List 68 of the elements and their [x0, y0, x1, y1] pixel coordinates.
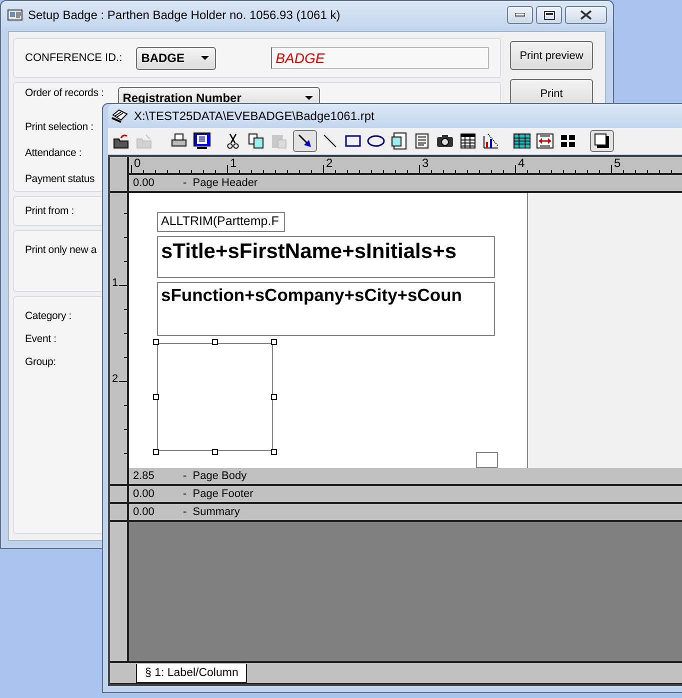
copy-icon: [248, 133, 264, 149]
ruler-number: 2: [112, 373, 118, 385]
report-field[interactable]: sTitle+sFirstName+sInitials+s: [157, 236, 495, 278]
field-label: Payment status: [25, 172, 95, 187]
ruler-number: 1: [112, 277, 118, 289]
maximize-icon: [544, 10, 554, 20]
ellipse-icon: [366, 135, 384, 147]
text-lines-icon: [414, 133, 428, 149]
print-preview-button[interactable]: Print preview: [510, 41, 593, 70]
field-label: Order of records :: [25, 87, 104, 99]
ruler-number: 3: [422, 156, 429, 170]
monitor-icon: [192, 132, 210, 150]
section-tab[interactable]: § 1: Label/Column: [136, 664, 248, 683]
field-label: CONFERENCE ID.:: [25, 52, 122, 64]
ruler-number: 0: [134, 156, 141, 170]
line-icon: [322, 134, 336, 148]
maximize-button[interactable]: [536, 6, 562, 24]
band-icon: [536, 133, 554, 149]
document-icon: [390, 132, 406, 150]
ruler-number: 1: [230, 156, 237, 170]
caret-icon: [304, 96, 313, 100]
layout-icon: [560, 134, 576, 148]
square-shape[interactable]: [476, 452, 498, 468]
table-icon: [460, 133, 476, 149]
arrow-icon: [297, 133, 313, 149]
close-icon: [580, 10, 592, 20]
ruler-number: 4: [518, 156, 525, 170]
ruler-number: 5: [614, 156, 621, 170]
band-name: - Page Header: [183, 177, 258, 189]
field-label: Group:: [25, 355, 56, 370]
folder-icon: [136, 133, 152, 149]
rectangle-shape[interactable]: [153, 339, 277, 455]
field-label: Print selection :: [25, 120, 94, 135]
badge-preview-field: BADGE: [270, 47, 489, 69]
window-title: Setup Badge : Parthen Badge Holder no. 1056.93 (1061 k): [28, 8, 340, 22]
band-height: 0.00: [132, 506, 156, 518]
folder-icon: [112, 133, 128, 149]
shadow-button[interactable]: [590, 130, 614, 152]
camera-icon: [436, 134, 454, 148]
conference-dropdown[interactable]: BADGE: [136, 46, 216, 70]
band-height: 0.00: [132, 488, 156, 500]
ruler-number: 2: [326, 156, 333, 170]
report-field[interactable]: sFunction+sCompany+sCity+sCoun: [157, 282, 495, 336]
field-label: Category :: [25, 309, 72, 324]
field-label: Event :: [25, 332, 56, 347]
minimize-icon: [515, 13, 525, 17]
field-label: Print only new a: [25, 243, 97, 258]
minimize-button[interactable]: [507, 6, 533, 24]
grid-icon: [512, 133, 530, 149]
field-label: Print from :: [25, 204, 74, 218]
pointer-tool-button[interactable]: [293, 130, 317, 152]
band-name: - Page Body: [183, 470, 247, 482]
band-name: - Page Footer: [183, 488, 254, 500]
badge-icon: [7, 8, 23, 22]
shadow-square-icon: [594, 133, 610, 149]
caret-icon: [200, 56, 209, 60]
field-label: Attendance :: [25, 146, 82, 161]
band-name: - Summary: [183, 506, 240, 518]
rectangle-icon: [344, 135, 360, 147]
chart-icon: [482, 132, 500, 150]
band-height: 0.00: [132, 177, 156, 189]
close-button[interactable]: [565, 6, 607, 24]
preview-button[interactable]: [191, 130, 212, 152]
window-title: X:\TEST25DATA\EVEBADGE\Badge1061.rpt: [134, 109, 374, 123]
report-field[interactable]: ALLTRIM(Parttemp.F: [157, 212, 285, 232]
scissors-icon: [226, 133, 238, 149]
band-height: 2.85: [132, 470, 156, 482]
clipboard-icon: [270, 133, 286, 149]
